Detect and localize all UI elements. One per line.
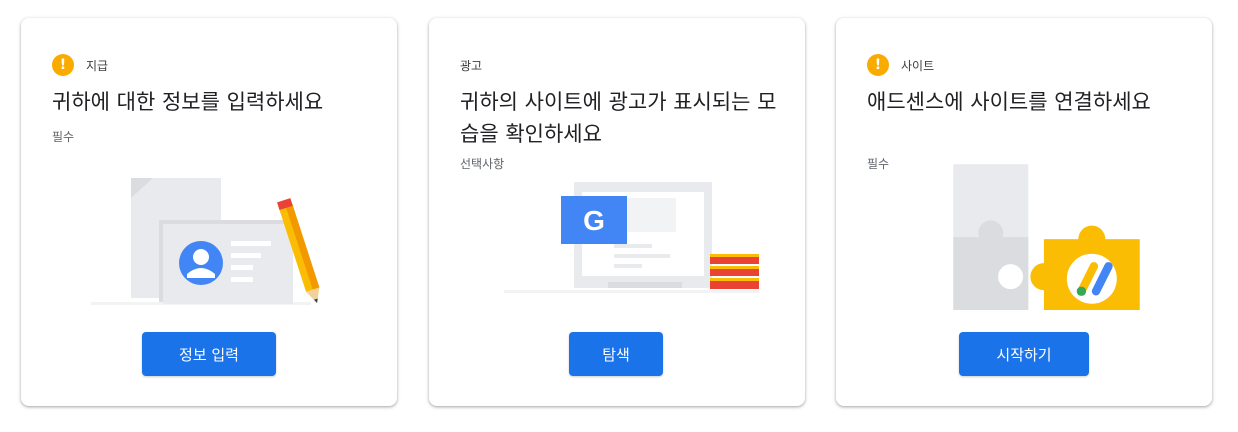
warning-icon: ! [52,54,74,76]
payment-card: ! 지급 귀하에 대한 정보를 입력하세요 필수 정보 입력 [21,18,397,406]
card-title: 애드센스에 사이트를 연결하세요 [867,90,1151,114]
eyebrow-label: 광고 [460,58,483,73]
requirement-label: 선택사항 [460,157,505,171]
card-eyebrow: 광고 [460,54,482,76]
card-title: 귀하의 사이트에 광고가 표시되는 모습을 확인하세요 [460,90,777,146]
enter-info-button[interactable]: 정보 입력 [142,332,276,376]
get-started-button[interactable]: 시작하기 [959,332,1089,376]
eyebrow-label: 지급 [86,58,109,73]
card-eyebrow: ! 지급 [52,54,108,76]
explore-button[interactable]: 탐색 [569,332,663,376]
ads-preview-card: 광고 귀하의 사이트에 광고가 표시되는 모습을 확인하세요 선택사항 G 탐색 [429,18,805,406]
requirement-label: 필수 [867,157,890,171]
warning-icon: ! [867,54,889,76]
card-eyebrow: ! 사이트 [867,54,934,76]
id-card-illustration [91,178,320,305]
requirement-label: 필수 [52,130,75,144]
google-logo-icon: G [583,205,605,236]
puzzle-illustration [953,164,1140,310]
card-title: 귀하에 대한 정보를 입력하세요 [52,90,324,114]
ads-screen-illustration: G [504,182,759,293]
eyebrow-label: 사이트 [901,58,935,73]
site-connect-card: ! 사이트 애드센스에 사이트를 연결하세요 필수 시작하기 [836,18,1212,406]
